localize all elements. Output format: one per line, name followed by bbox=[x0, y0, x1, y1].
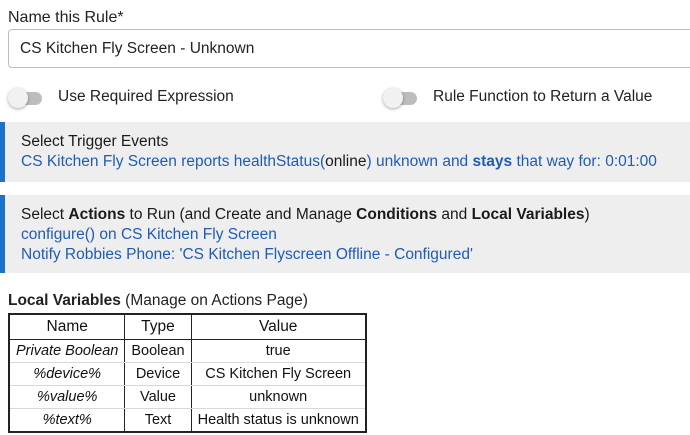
rule-function-return-label: Rule Function to Return a Value bbox=[433, 88, 653, 105]
use-required-expression-row: Use Required Expression bbox=[8, 86, 234, 108]
rule-function-return-toggle[interactable] bbox=[383, 87, 417, 108]
trigger-event-text: that way for: 0:01:00 bbox=[512, 153, 657, 170]
variable-type: Device bbox=[124, 362, 192, 386]
actions-title-text: ) bbox=[584, 206, 590, 223]
trigger-events-panel[interactable]: Select Trigger Events CS Kitchen Fly Scr… bbox=[0, 122, 690, 182]
trigger-event-text: CS Kitchen Fly Screen reports healthStat… bbox=[21, 153, 326, 170]
actions-title-bold: Local Variables bbox=[471, 206, 585, 223]
trigger-event-emphasis: stays bbox=[472, 153, 513, 170]
variable-value: CS Kitchen Fly Screen bbox=[191, 362, 366, 386]
action-item-notify[interactable]: Notify Robbies Phone: 'CS Kitchen Flyscr… bbox=[21, 245, 690, 265]
variable-value: Health status is unknown bbox=[197, 412, 359, 428]
column-header-name: Name bbox=[9, 314, 126, 340]
local-variables-title: Local Variables bbox=[8, 292, 121, 309]
use-required-expression-label: Use Required Expression bbox=[58, 88, 234, 105]
variable-name: %text% bbox=[9, 408, 126, 432]
local-variables-table: Name Type Value Private Boolean Boolean … bbox=[8, 313, 367, 433]
actions-title-text: to Run (and Create and Manage bbox=[125, 206, 357, 223]
variable-type: Text bbox=[124, 408, 192, 432]
local-variables-note: (Manage on Actions Page) bbox=[120, 292, 308, 309]
variable-value: true bbox=[191, 339, 366, 363]
trigger-events-title: Select Trigger Events bbox=[21, 133, 169, 150]
actions-title: Select Actions to Run (and Create and Ma… bbox=[21, 205, 690, 225]
actions-title-bold: Conditions bbox=[356, 206, 438, 223]
table-row: %text% Text Health status is unknown bbox=[9, 408, 366, 432]
variable-name: Private Boolean bbox=[9, 339, 126, 363]
actions-title-text: and bbox=[437, 206, 472, 223]
rule-name-label: Name this Rule* bbox=[8, 9, 124, 26]
column-header-value: Value bbox=[191, 314, 366, 340]
actions-panel[interactable]: Select Actions to Run (and Create and Ma… bbox=[0, 195, 690, 273]
actions-title-bold: Actions bbox=[68, 206, 126, 223]
trigger-event-value: online bbox=[325, 153, 367, 170]
use-required-expression-toggle[interactable] bbox=[8, 87, 42, 108]
table-row: Private Boolean Boolean true bbox=[9, 339, 366, 363]
rule-name-input[interactable] bbox=[8, 29, 690, 68]
action-item-configure[interactable]: configure() on CS Kitchen Fly Screen bbox=[21, 225, 690, 245]
variable-type: Boolean bbox=[124, 339, 192, 363]
local-variables-heading: Local Variables (Manage on Actions Page) bbox=[8, 292, 308, 310]
actions-title-text: Select bbox=[21, 206, 69, 223]
toggle-thumb bbox=[383, 88, 403, 108]
variable-value: unknown bbox=[191, 385, 366, 409]
trigger-event-link[interactable]: CS Kitchen Fly Screen reports healthStat… bbox=[21, 152, 690, 172]
variable-name: %device% bbox=[9, 362, 126, 386]
variable-type: Value bbox=[124, 385, 192, 409]
variable-name: %value% bbox=[9, 385, 126, 409]
column-header-type: Type bbox=[124, 314, 192, 340]
rule-function-return-row: Rule Function to Return a Value bbox=[383, 86, 652, 108]
table-row: %value% Value unknown bbox=[9, 385, 366, 409]
toggle-thumb bbox=[8, 88, 28, 108]
table-row: %device% Device CS Kitchen Fly Screen bbox=[9, 362, 366, 386]
trigger-event-text: ) unknown and bbox=[366, 153, 473, 170]
table-header-row: Name Type Value bbox=[9, 314, 366, 340]
